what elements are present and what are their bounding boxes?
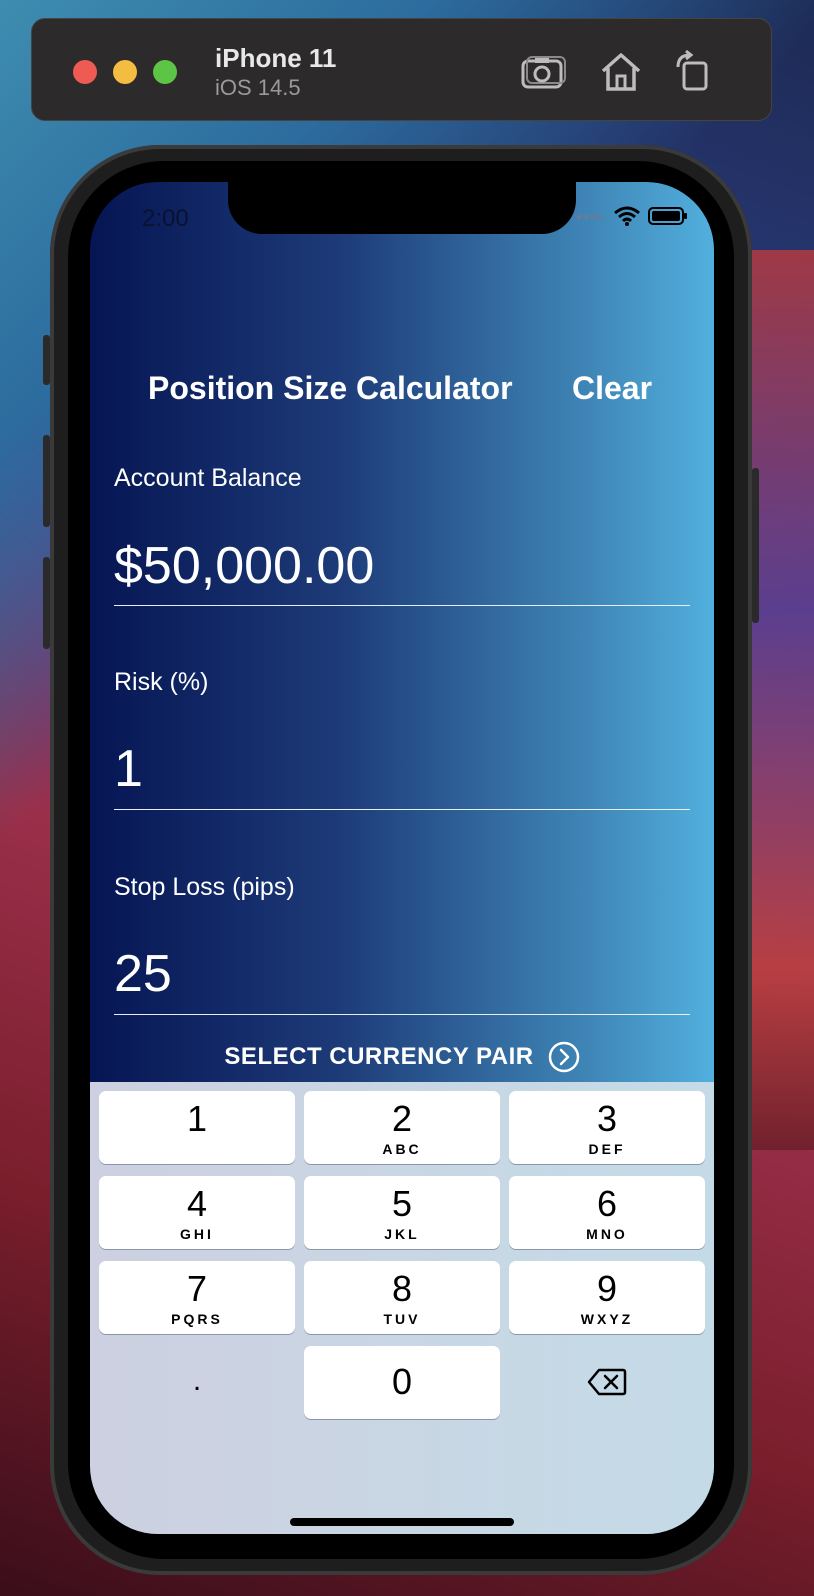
close-window-button[interactable]	[73, 60, 97, 84]
stop-loss-field[interactable]: 25	[114, 944, 674, 1004]
home-icon[interactable]	[597, 49, 645, 93]
device-name: iPhone 11	[215, 43, 337, 73]
risk-underline	[114, 809, 690, 810]
key-0[interactable]: 0	[304, 1346, 500, 1419]
app-screen: 2:00 Position Size Calculator Clear Acco…	[90, 182, 714, 1534]
key-digit: 9	[596, 1268, 618, 1309]
key-digit: 0	[391, 1361, 413, 1402]
key-9[interactable]: 9 WXYZ	[509, 1261, 705, 1334]
risk-field[interactable]: 1	[114, 739, 674, 799]
minimize-window-button[interactable]	[113, 60, 137, 84]
key-letters: ABC	[382, 1141, 422, 1157]
clear-button[interactable]: Clear	[572, 370, 652, 407]
key-letters: TUV	[383, 1311, 421, 1327]
delete-key[interactable]	[509, 1346, 705, 1419]
status-time: 2:00	[142, 205, 189, 232]
account-balance-underline	[114, 605, 690, 606]
key-digit: 1	[186, 1098, 208, 1139]
device-os-version: iOS 14.5	[215, 75, 301, 100]
numeric-keypad: 1 2 ABC 3 DEF 4 GHI 5 JKL 6 MNO 7 PQRS 8…	[90, 1082, 714, 1534]
key-4[interactable]: 4 GHI	[99, 1176, 295, 1249]
page-title: Position Size Calculator	[148, 370, 513, 406]
volume-down-button	[43, 557, 50, 649]
status-icons	[576, 206, 688, 226]
key-2[interactable]: 2 ABC	[304, 1091, 500, 1164]
key-digit: 6	[596, 1183, 618, 1224]
key-8[interactable]: 8 TUV	[304, 1261, 500, 1334]
rotate-icon[interactable]	[670, 49, 718, 93]
key-5[interactable]: 5 JKL	[304, 1176, 500, 1249]
select-currency-pair-label: SELECT CURRENCY PAIR	[224, 1043, 534, 1070]
select-currency-pair-button[interactable]: SELECT CURRENCY PAIR	[90, 1040, 714, 1074]
notch	[228, 182, 576, 234]
mute-switch	[43, 335, 50, 385]
stop-loss-label: Stop Loss (pips)	[114, 873, 295, 901]
key-digit: 5	[391, 1183, 413, 1224]
screenshot-icon[interactable]	[519, 49, 567, 93]
zoom-window-button[interactable]	[153, 60, 177, 84]
battery-icon	[648, 207, 687, 225]
account-balance-field[interactable]: $50,000.00	[114, 536, 674, 596]
key-letters: GHI	[180, 1226, 214, 1242]
key-letters: PQRS	[171, 1311, 223, 1327]
power-button	[752, 468, 759, 623]
key-decimal-label: .	[192, 1364, 202, 1397]
volume-up-button	[43, 435, 50, 527]
key-digit: 4	[186, 1183, 208, 1224]
key-letters: JKL	[384, 1226, 420, 1242]
key-letters: MNO	[586, 1226, 628, 1242]
key-6[interactable]: 6 MNO	[509, 1176, 705, 1249]
backspace-icon	[587, 1368, 627, 1396]
key-digit: 3	[596, 1098, 618, 1139]
key-digit: 7	[186, 1268, 208, 1309]
key-1[interactable]: 1	[99, 1091, 295, 1164]
cellular-signal-icon	[576, 214, 603, 220]
key-digit: 2	[391, 1098, 413, 1139]
key-digit: 8	[391, 1268, 413, 1309]
simulator-toolbar: iPhone 11 iOS 14.5	[31, 18, 772, 121]
wifi-icon	[614, 206, 640, 226]
chevron-right-circle-icon	[548, 1041, 579, 1073]
home-indicator	[290, 1518, 514, 1526]
account-balance-label: Account Balance	[114, 464, 302, 492]
key-3[interactable]: 3 DEF	[509, 1091, 705, 1164]
stop-loss-underline	[114, 1014, 690, 1015]
key-letters: WXYZ	[580, 1311, 634, 1327]
key-letters: DEF	[588, 1141, 626, 1157]
key-7[interactable]: 7 PQRS	[99, 1261, 295, 1334]
risk-label: Risk (%)	[114, 668, 209, 696]
key-decimal[interactable]: .	[99, 1346, 295, 1419]
